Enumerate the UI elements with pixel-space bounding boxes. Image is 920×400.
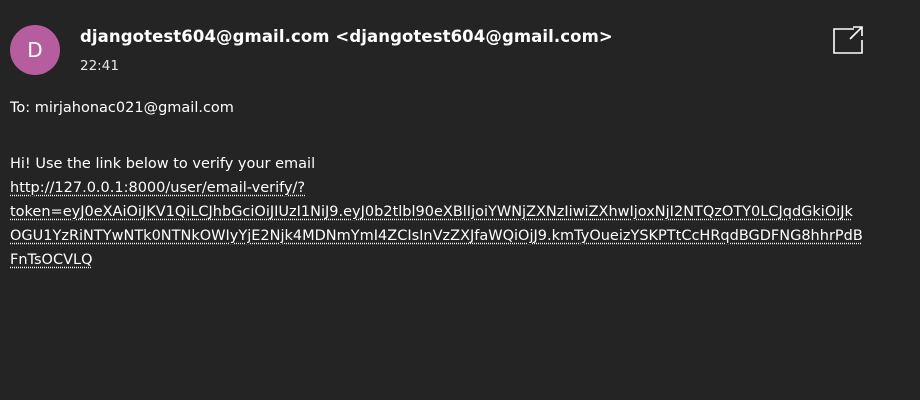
link-line: http://127.0.0.1:8000/user/email-verify/… [10,180,306,196]
email-body: Hi! Use the link below to verify your em… [10,152,910,272]
link-line: OGU1YzRiNTYwNTk0NTNkOWIyYjE2Njk4MDNmYmI4… [10,228,863,244]
email-header: D djangotest604@gmail.com <djangotest604… [10,25,910,85]
link-line: FnTsOCVLQ [10,252,93,268]
avatar: D [10,25,60,75]
timestamp: 22:41 [80,58,119,74]
sender-address: djangotest604@gmail.com <djangotest604@g… [80,27,613,46]
message-intro: Hi! Use the link below to verify your em… [10,156,316,172]
open-in-new-window-icon[interactable] [833,26,865,54]
link-line: token=eyJ0eXAiOiJKV1QiLCJhbGciOiJIUzI1Ni… [10,204,853,220]
recipient-line: To: mirjahonac021@gmail.com [10,100,234,116]
verify-email-link[interactable]: http://127.0.0.1:8000/user/email-verify/… [10,176,910,272]
